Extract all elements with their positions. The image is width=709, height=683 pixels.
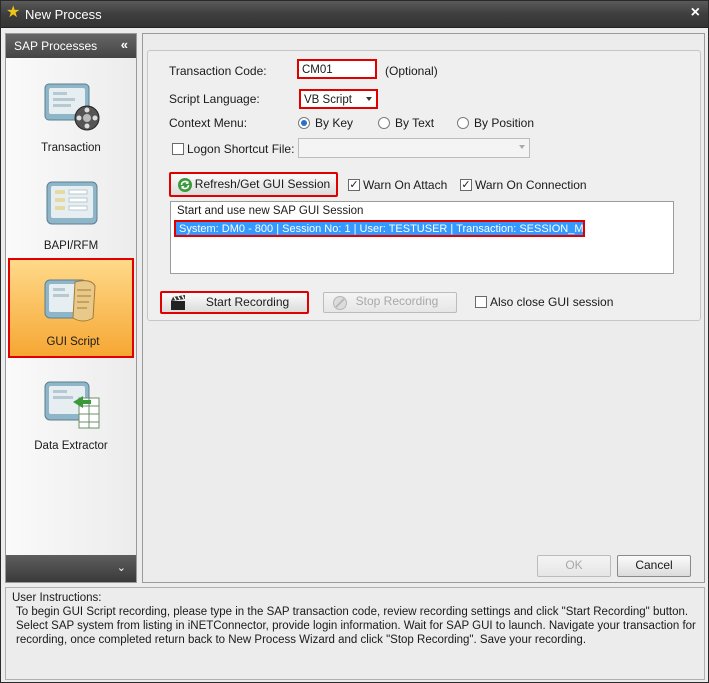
- refresh-gui-session-label: Refresh/Get GUI Session: [194, 177, 331, 191]
- warn-on-connection-checkbox[interactable]: ✓: [460, 179, 472, 191]
- recording-settings-group: Transaction Code: CM01 (Optional) Script…: [147, 50, 701, 321]
- close-icon[interactable]: ×: [691, 5, 700, 21]
- nav-list: Transaction BAPI/RFM GUI Script Data Ext…: [6, 58, 136, 578]
- nav-header: SAP Processes «: [6, 34, 136, 58]
- dropdown-arrow-icon: [366, 97, 372, 101]
- nav-item-transaction[interactable]: Transaction: [8, 66, 134, 164]
- warn-on-connection-label: Warn On Connection: [475, 178, 587, 192]
- transaction-code-input[interactable]: CM01: [297, 59, 377, 79]
- session-row[interactable]: System: DM0 - 800 | Session No: 1 | User…: [174, 220, 585, 237]
- stop-recording-button[interactable]: Stop Recording: [323, 292, 457, 313]
- main-panel: Transaction Code: CM01 (Optional) Script…: [142, 33, 705, 583]
- gui-script-scroll-icon: [44, 279, 96, 322]
- nav-item-gui-script[interactable]: GUI Script: [8, 258, 134, 358]
- optional-hint: (Optional): [385, 64, 438, 78]
- clapperboard-icon: [171, 295, 185, 310]
- script-language-label: Script Language:: [169, 92, 260, 106]
- transaction-code-label: Transaction Code:: [169, 64, 267, 78]
- radio-by-key[interactable]: [298, 117, 310, 129]
- cancel-button[interactable]: Cancel: [617, 555, 691, 577]
- radio-by-position-label: By Position: [474, 116, 535, 130]
- user-instructions: User Instructions: To begin GUI Script r…: [5, 587, 705, 680]
- radio-by-text-label: By Text: [395, 116, 435, 130]
- start-recording-button[interactable]: Start Recording: [160, 291, 309, 314]
- new-process-window: ★ New Process × SAP Processes « Transact…: [0, 0, 709, 683]
- radio-by-key-label: By Key: [315, 116, 354, 130]
- radio-by-position[interactable]: [457, 117, 469, 129]
- nav-item-data-extractor[interactable]: Data Extractor: [8, 364, 134, 462]
- nav-footer: ⌄: [6, 555, 136, 582]
- nav-header-label: SAP Processes: [14, 39, 98, 53]
- also-close-gui-label: Also close GUI session: [490, 295, 614, 309]
- also-close-gui-checkbox[interactable]: [475, 296, 487, 308]
- chevron-down-icon[interactable]: ⌄: [117, 561, 126, 574]
- title-bar[interactable]: ★ New Process ×: [1, 1, 708, 28]
- nav-item-label: Data Extractor: [34, 440, 108, 452]
- nav-item-label: GUI Script: [46, 336, 100, 348]
- script-language-value: VB Script: [304, 94, 352, 106]
- start-recording-label: Start Recording: [205, 295, 290, 309]
- ok-button[interactable]: OK: [537, 555, 611, 577]
- nav-item-bapi-rfm[interactable]: BAPI/RFM: [8, 164, 134, 262]
- session-list-header[interactable]: Start and use new SAP GUI Session: [177, 205, 363, 217]
- refresh-icon: [178, 178, 192, 192]
- logon-shortcut-checkbox[interactable]: [172, 143, 184, 155]
- instructions-text: To begin GUI Script recording, please ty…: [16, 606, 696, 646]
- nav-item-label: Transaction: [41, 142, 101, 154]
- window-title: New Process: [25, 7, 102, 22]
- script-language-select[interactable]: VB Script: [299, 89, 378, 109]
- gui-session-list[interactable]: Start and use new SAP GUI Session System…: [170, 201, 674, 274]
- logon-shortcut-file-select[interactable]: [298, 138, 530, 158]
- nav-item-label: BAPI/RFM: [43, 240, 99, 252]
- logon-shortcut-label: Logon Shortcut File:: [187, 142, 295, 156]
- instructions-title: User Instructions:: [12, 592, 102, 604]
- collapse-icon[interactable]: «: [121, 37, 128, 52]
- transaction-film-icon: [44, 83, 100, 131]
- stop-recording-label: Stop Recording: [355, 294, 439, 308]
- context-menu-label: Context Menu:: [169, 116, 248, 130]
- stop-icon: [333, 296, 347, 310]
- sap-processes-panel: SAP Processes « Transaction BAPI/RFM GUI…: [5, 33, 137, 583]
- refresh-gui-session-button[interactable]: Refresh/Get GUI Session: [169, 172, 338, 197]
- radio-by-text[interactable]: [378, 117, 390, 129]
- star-icon: ★: [6, 4, 21, 21]
- warn-on-attach-label: Warn On Attach: [363, 178, 448, 192]
- bapi-form-icon: [46, 181, 98, 225]
- warn-on-attach-checkbox[interactable]: ✓: [348, 179, 360, 191]
- dropdown-arrow-icon: [519, 145, 525, 149]
- data-extractor-grid-icon: [44, 381, 100, 429]
